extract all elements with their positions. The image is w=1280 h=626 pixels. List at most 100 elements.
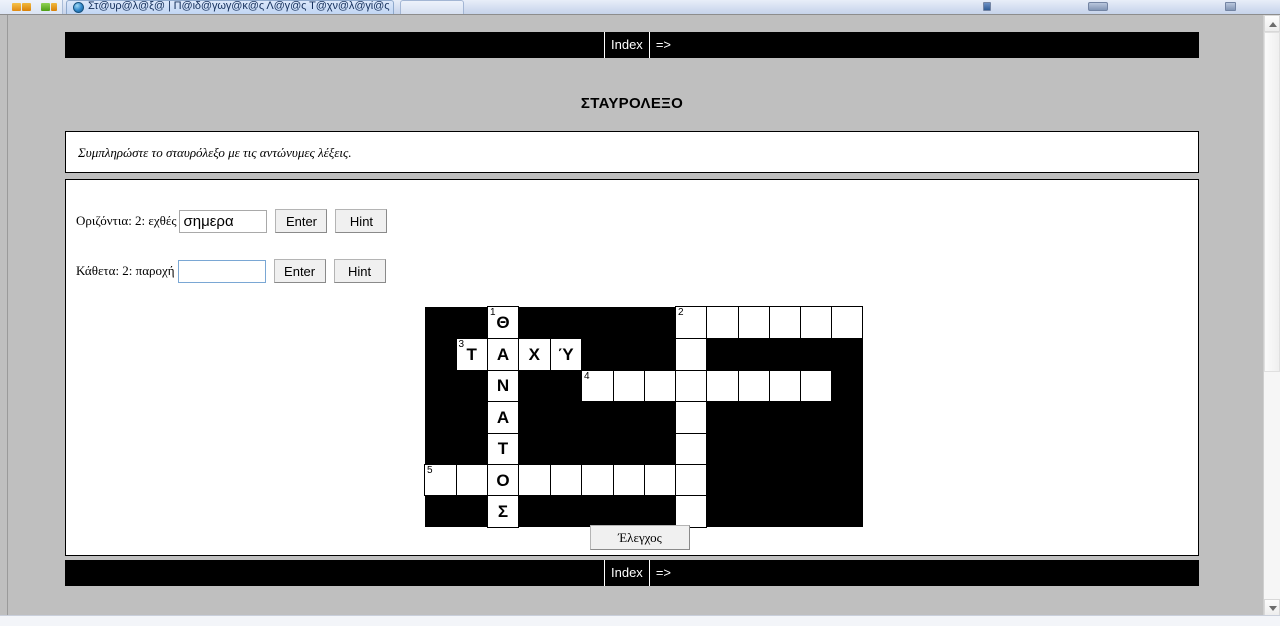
crossword-letter-cell[interactable]: 1Θ xyxy=(487,306,519,339)
scroll-down-arrow-icon[interactable] xyxy=(1264,599,1280,615)
browser-status-bar xyxy=(0,615,1280,626)
crossword-letter-cell[interactable] xyxy=(768,369,801,402)
crossword-block-cell xyxy=(456,370,488,402)
crossword-block-cell xyxy=(769,433,800,465)
crossword-block-cell xyxy=(831,433,863,465)
crossword-block-cell xyxy=(738,464,769,496)
bookmark-item-icon[interactable] xyxy=(41,3,50,11)
crossword-cell-number: 3 xyxy=(458,338,465,350)
crossword-letter-cell[interactable] xyxy=(675,337,707,371)
crossword-letter-cell[interactable]: Α xyxy=(487,401,519,434)
crossword-letter-cell[interactable]: Σ xyxy=(487,495,519,528)
index-link-bottom[interactable]: Index xyxy=(605,560,649,586)
enter-button-across-2[interactable]: Enter xyxy=(275,209,328,233)
crossword-letter-cell[interactable] xyxy=(675,401,707,434)
top-navigation-bar: Index => xyxy=(65,32,1199,58)
crossword-letter-cell[interactable] xyxy=(675,495,707,528)
bookmark-folder-icon[interactable] xyxy=(12,3,21,11)
hint-button-across-2[interactable]: Hint xyxy=(335,209,388,233)
crossword-block-cell xyxy=(644,433,676,465)
next-link-bottom[interactable]: => xyxy=(650,560,677,586)
crossword-block-cell xyxy=(706,338,738,370)
crossword-block-cell xyxy=(550,433,582,465)
enter-button-down-2[interactable]: Enter xyxy=(273,259,326,283)
crossword-letter-cell[interactable] xyxy=(455,464,488,496)
toolbar-button-icon[interactable] xyxy=(983,2,991,11)
toolbar-button-icon[interactable] xyxy=(1225,2,1236,11)
scroll-up-arrow-icon[interactable] xyxy=(1264,15,1280,32)
crossword-letter-cell[interactable] xyxy=(737,369,770,402)
crossword-letter-cell[interactable]: Χ xyxy=(518,337,551,371)
crossword-block-cell xyxy=(613,495,644,527)
clue-label: Κάθετα: 2: παροχή xyxy=(76,263,175,278)
toolbar-button-icon[interactable] xyxy=(1088,2,1108,11)
crossword-letter-cell[interactable]: Ν xyxy=(487,369,519,402)
crossword-block-cell xyxy=(518,306,550,338)
crossword-block-cell xyxy=(800,464,831,496)
crossword-letter-cell[interactable]: Τ xyxy=(487,432,519,465)
browser-tab-inactive[interactable] xyxy=(400,0,464,14)
crossword-letter-cell[interactable]: Ο xyxy=(487,464,519,496)
crossword-letter-cell[interactable] xyxy=(612,369,645,402)
crossword-letter-cell[interactable] xyxy=(643,464,676,496)
crossword-letter-cell[interactable] xyxy=(675,464,707,496)
crossword-letter-cell[interactable] xyxy=(581,464,614,496)
crossword-letter-cell[interactable] xyxy=(675,432,707,465)
next-link-top[interactable]: => xyxy=(650,32,677,58)
crossword-letter-cell[interactable] xyxy=(799,306,832,339)
crossword-letter-cell[interactable] xyxy=(643,369,676,402)
check-answers-button[interactable]: Έλεγχος xyxy=(590,525,690,550)
crossword-cell-letter: Ν xyxy=(496,376,510,396)
crossword-letter-cell[interactable] xyxy=(799,369,832,402)
crossword-row: Σ xyxy=(424,495,863,528)
bookmark-folder-icon[interactable] xyxy=(22,3,31,11)
crossword-letter-cell[interactable]: 2 xyxy=(675,306,707,339)
crossword-block-cell xyxy=(769,401,800,433)
crossword-letter-cell[interactable] xyxy=(612,464,645,496)
crossword-block-cell xyxy=(613,338,644,370)
crossword-block-cell xyxy=(456,433,488,465)
crossword-grid: 1Θ23ΤΑΧΎΝ4ΑΤ5ΟΣ xyxy=(424,306,863,528)
crossword-letter-cell[interactable] xyxy=(549,464,582,496)
vertical-scrollbar[interactable] xyxy=(1263,15,1280,615)
crossword-letter-cell[interactable] xyxy=(768,306,801,339)
crossword-letter-cell[interactable] xyxy=(706,369,739,402)
crossword-letter-cell[interactable] xyxy=(706,306,739,339)
scrollbar-track[interactable] xyxy=(1264,32,1280,599)
crossword-block-cell xyxy=(800,495,831,527)
crossword-letter-cell[interactable]: 5 xyxy=(424,464,457,496)
crossword-letter-cell[interactable]: Α xyxy=(487,337,519,371)
page-viewport: Index => ΣΤΑΥΡΟΛΕΞΟ Συμπληρώστε το σταυρ… xyxy=(0,14,1280,615)
crossword-row: Τ xyxy=(424,432,863,465)
bottom-navigation-bar: Index => xyxy=(65,560,1199,586)
bookmark-item-icon[interactable] xyxy=(51,3,57,11)
clue-answer-input-down-2[interactable] xyxy=(177,259,266,283)
crossword-block-cell xyxy=(424,401,456,433)
crossword-block-cell xyxy=(831,401,863,433)
clue-answer-input-across-2[interactable] xyxy=(179,209,268,233)
crossword-block-cell xyxy=(518,401,550,433)
crossword-letter-cell[interactable] xyxy=(830,306,863,339)
crossword-block-cell xyxy=(424,433,456,465)
crossword-block-cell xyxy=(581,433,613,465)
crossword-row: 3Τ ΑΧΎ xyxy=(424,337,863,371)
crossword-block-cell xyxy=(613,401,644,433)
scrollbar-thumb[interactable] xyxy=(1264,32,1280,372)
crossword-block-cell xyxy=(738,401,769,433)
hint-button-down-2[interactable]: Hint xyxy=(333,259,386,283)
crossword-letter-cell[interactable] xyxy=(737,306,770,339)
crossword-letter-cell[interactable]: Ύ xyxy=(549,337,582,371)
crossword-letter-cell[interactable] xyxy=(518,464,551,496)
crossword-letter-cell[interactable] xyxy=(675,369,707,402)
crossword-block-cell xyxy=(706,401,738,433)
index-link-top[interactable]: Index xyxy=(605,32,649,58)
crossword-cell-number: 5 xyxy=(427,465,433,476)
crossword-block-cell xyxy=(769,338,800,370)
crossword-letter-cell[interactable]: 3Τ xyxy=(455,337,488,371)
crossword-block-cell xyxy=(644,495,676,527)
crossword-cell-letter: Α xyxy=(496,344,510,364)
browser-tab-active[interactable]: Στ@υρ@λ@ξ@ | Π@ιδ@γωγ@κ@ς Λ@γ@ς Τ@χν@λ@γ… xyxy=(66,0,394,14)
crossword-row: Ν4 xyxy=(424,369,863,402)
crossword-block-cell xyxy=(581,306,613,338)
crossword-letter-cell[interactable]: 4 xyxy=(581,369,614,402)
